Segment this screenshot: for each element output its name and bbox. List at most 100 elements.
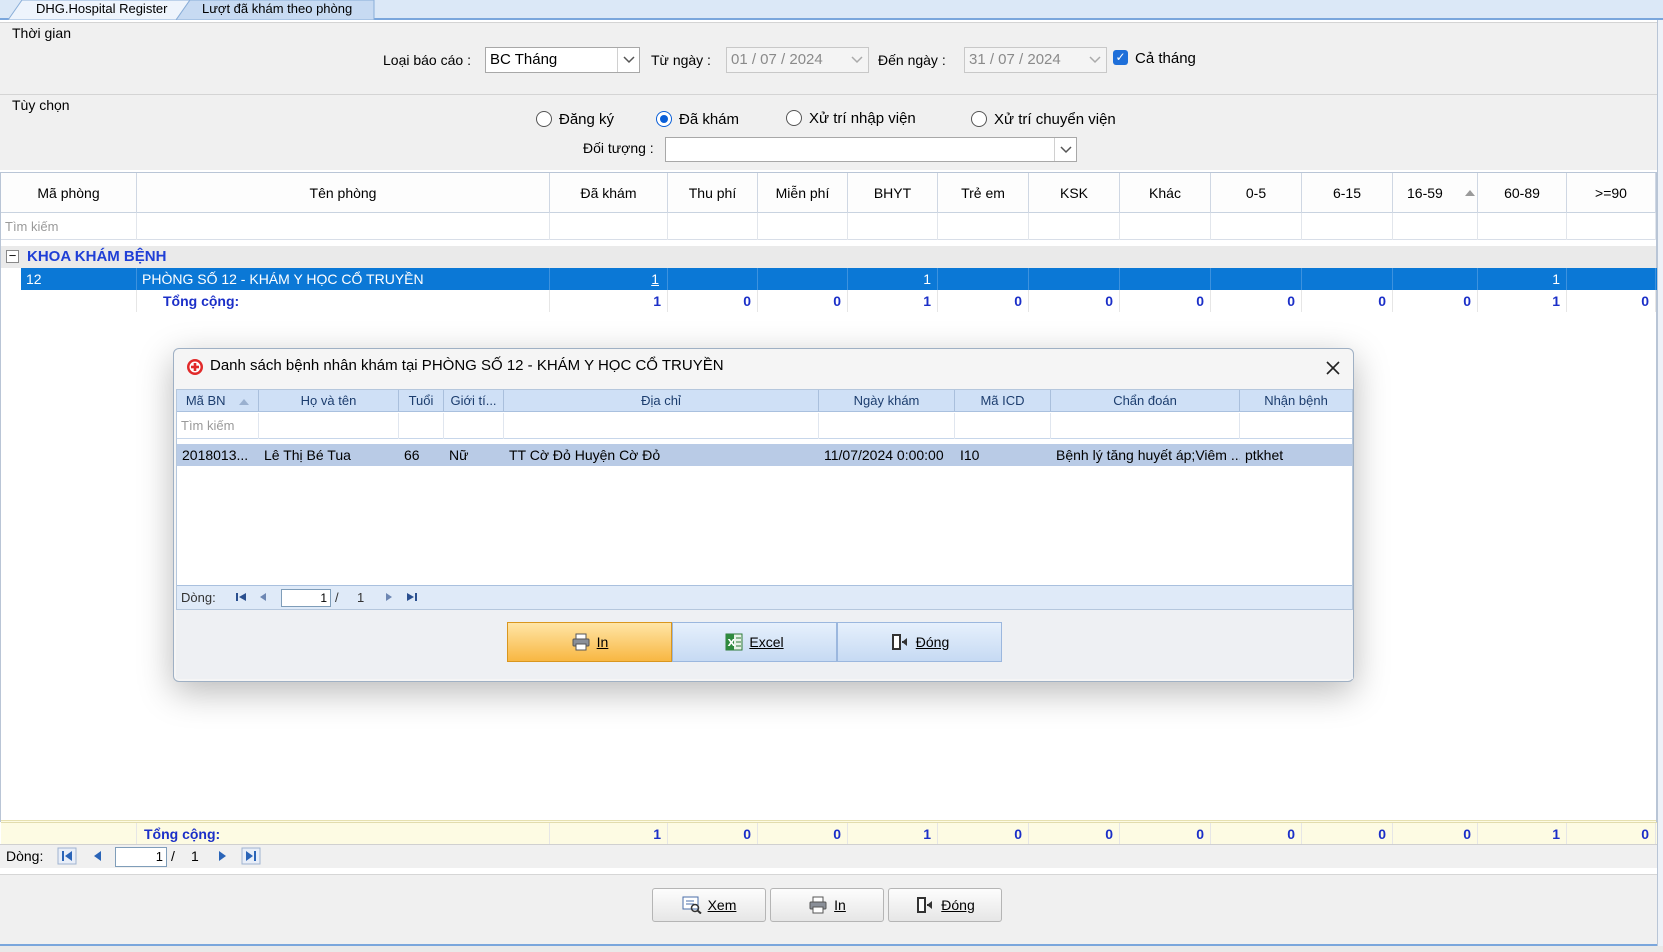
col-90-plus[interactable]: >=90 <box>1567 173 1656 213</box>
radio-dang-ky-label[interactable]: Đăng ký <box>559 111 614 128</box>
footer-total-0-5: 0 <box>1211 823 1302 845</box>
first-page-icon[interactable] <box>235 591 249 603</box>
radio-xu-tri-chuyen-vien[interactable] <box>971 111 987 127</box>
dsearch-ma-icd[interactable] <box>955 413 1051 439</box>
dcol-ho-va-ten[interactable]: Họ và tên <box>259 390 399 412</box>
tab-hospital-register[interactable]: DHG.Hospital Register <box>14 0 178 20</box>
search-ten-phong[interactable] <box>137 213 550 240</box>
col-0-5[interactable]: 0-5 <box>1211 173 1302 213</box>
dialog-in-button[interactable]: In <box>507 622 672 662</box>
search-ksk[interactable] <box>1029 213 1120 240</box>
close-icon[interactable] <box>1325 360 1341 376</box>
radio-da-kham-label[interactable]: Đã khám <box>679 111 739 128</box>
search-mien-phi[interactable] <box>758 213 848 240</box>
tu-ngay-date-input[interactable]: 01 / 07 / 2024 <box>726 47 869 73</box>
col-16-59[interactable]: 16-59 <box>1393 173 1478 213</box>
col-bhyt[interactable]: BHYT <box>848 173 938 213</box>
dsearch-tuoi[interactable] <box>399 413 444 439</box>
dialog-excel-button[interactable]: X Excel <box>672 622 837 662</box>
chevron-down-icon[interactable] <box>1054 138 1076 161</box>
sort-ascending-icon <box>1464 190 1475 196</box>
col-ksk[interactable]: KSK <box>1029 173 1120 213</box>
loai-bao-cao-value: BC Tháng <box>490 51 558 68</box>
search-da-kham[interactable] <box>550 213 668 240</box>
window-bottom-border <box>0 944 1663 952</box>
col-6-15[interactable]: 6-15 <box>1302 173 1393 213</box>
table-row[interactable]: 12 PHÒNG SỐ 12 - KHÁM Y HỌC CỔ TRUYỀN 1 … <box>21 268 1657 290</box>
previous-page-icon[interactable] <box>257 591 269 603</box>
col-ma-phong[interactable]: Mã phòng <box>1 173 137 213</box>
chevron-down-icon[interactable] <box>846 48 868 72</box>
dcol-tuoi[interactable]: Tuổi <box>399 390 444 412</box>
chevron-down-icon[interactable] <box>617 48 639 72</box>
total-tre-em: 0 <box>938 290 1029 312</box>
dcol-ma-icd[interactable]: Mã ICD <box>955 390 1051 412</box>
dsearch-nhan-benh[interactable] <box>1240 413 1352 439</box>
patient-list-dialog[interactable]: Danh sách bệnh nhân khám tại PHÒNG SỐ 12… <box>173 348 1354 682</box>
search-bhyt[interactable] <box>848 213 938 240</box>
ca-thang-label[interactable]: Cả tháng <box>1135 50 1196 67</box>
col-khac[interactable]: Khác <box>1120 173 1211 213</box>
radio-xu-tri-chuyen-vien-label[interactable]: Xử trí chuyển viện <box>994 111 1116 128</box>
dialog-patient-grid[interactable]: Mã BN Họ và tên Tuổi Giới tí... Địa chỉ … <box>176 389 1353 609</box>
dsearch-chan-doan[interactable] <box>1051 413 1240 439</box>
next-page-icon[interactable] <box>383 591 395 603</box>
dsearch-ho-va-ten[interactable] <box>259 413 399 439</box>
radio-xu-tri-nhap-vien[interactable] <box>786 110 802 126</box>
dcol-nhan-benh[interactable]: Nhận bệnh <box>1240 390 1352 412</box>
previous-page-icon[interactable] <box>88 847 106 865</box>
search-90-plus[interactable] <box>1567 213 1656 240</box>
dialog-dong-button[interactable]: Đóng <box>837 622 1002 662</box>
xem-button[interactable]: Xem <box>652 888 766 922</box>
radio-dang-ky[interactable] <box>536 111 552 127</box>
den-ngay-date-input[interactable]: 31 / 07 / 2024 <box>964 47 1107 73</box>
search-16-59[interactable] <box>1393 213 1478 240</box>
dsearch-gioi-tinh[interactable] <box>444 413 504 439</box>
first-page-icon[interactable] <box>57 847 77 865</box>
search-ma-phong[interactable]: Tìm kiếm <box>1 213 137 240</box>
col-thu-phi[interactable]: Thu phí <box>668 173 758 213</box>
dcol-ngay-kham[interactable]: Ngày khám <box>819 390 955 412</box>
dcol-chan-doan[interactable]: Chẩn đoán <box>1051 390 1240 412</box>
dcol-gioi-tinh[interactable]: Giới tí... <box>444 390 504 412</box>
dsearch-ma-bn[interactable]: Tìm kiếm <box>177 413 259 439</box>
col-mien-phi[interactable]: Miễn phí <box>758 173 848 213</box>
dcol-dia-chi[interactable]: Địa chỉ <box>504 390 819 412</box>
in-button[interactable]: In <box>770 888 884 922</box>
svg-text:X: X <box>728 638 736 649</box>
table-row[interactable]: 2018013... Lê Thị Bé Tua 66 Nữ TT Cờ Đỏ … <box>177 444 1352 466</box>
total-6-15: 0 <box>1302 290 1393 312</box>
last-page-icon[interactable] <box>405 591 419 603</box>
search-60-89[interactable] <box>1478 213 1567 240</box>
col-tre-em[interactable]: Trẻ em <box>938 173 1029 213</box>
dsearch-dia-chi[interactable] <box>504 413 819 439</box>
last-page-icon[interactable] <box>241 847 261 865</box>
search-thu-phi[interactable] <box>668 213 758 240</box>
tab-luot-da-kham[interactable]: Lượt đã khám theo phòng <box>180 0 362 20</box>
loai-bao-cao-select[interactable]: BC Tháng <box>485 47 640 73</box>
dsearch-ngay-kham[interactable] <box>819 413 955 439</box>
dong-button[interactable]: Đóng <box>888 888 1002 922</box>
search-khac[interactable] <box>1120 213 1211 240</box>
search-6-15[interactable] <box>1302 213 1393 240</box>
dcol-ma-bn[interactable]: Mã BN <box>177 390 259 412</box>
collapse-toggle-icon[interactable]: − <box>6 249 19 263</box>
page-number-input[interactable]: 1 <box>115 847 167 867</box>
radio-xu-tri-nhap-vien-label[interactable]: Xử trí nhập viện <box>809 110 916 127</box>
search-tre-em[interactable] <box>938 213 1029 240</box>
col-da-kham[interactable]: Đã khám <box>550 173 668 213</box>
col-60-89[interactable]: 60-89 <box>1478 173 1567 213</box>
dialog-page-number-input[interactable]: 1 <box>281 589 331 607</box>
next-page-icon[interactable] <box>214 847 232 865</box>
cell-da-kham-link[interactable]: 1 <box>550 268 668 290</box>
ca-thang-checkbox[interactable]: ✓ <box>1113 50 1128 65</box>
group-row-khoa-kham-benh[interactable]: − KHOA KHÁM BỆNH <box>1 246 1656 268</box>
radio-da-kham[interactable] <box>656 111 672 127</box>
dialog-search-row[interactable]: Tìm kiếm <box>177 413 1352 439</box>
doi-tuong-select[interactable] <box>665 137 1077 162</box>
total-spacer <box>21 290 137 312</box>
chevron-down-icon[interactable] <box>1084 48 1106 72</box>
search-0-5[interactable] <box>1211 213 1302 240</box>
grid-search-row[interactable]: Tìm kiếm <box>1 213 1656 240</box>
col-ten-phong[interactable]: Tên phòng <box>137 173 550 213</box>
